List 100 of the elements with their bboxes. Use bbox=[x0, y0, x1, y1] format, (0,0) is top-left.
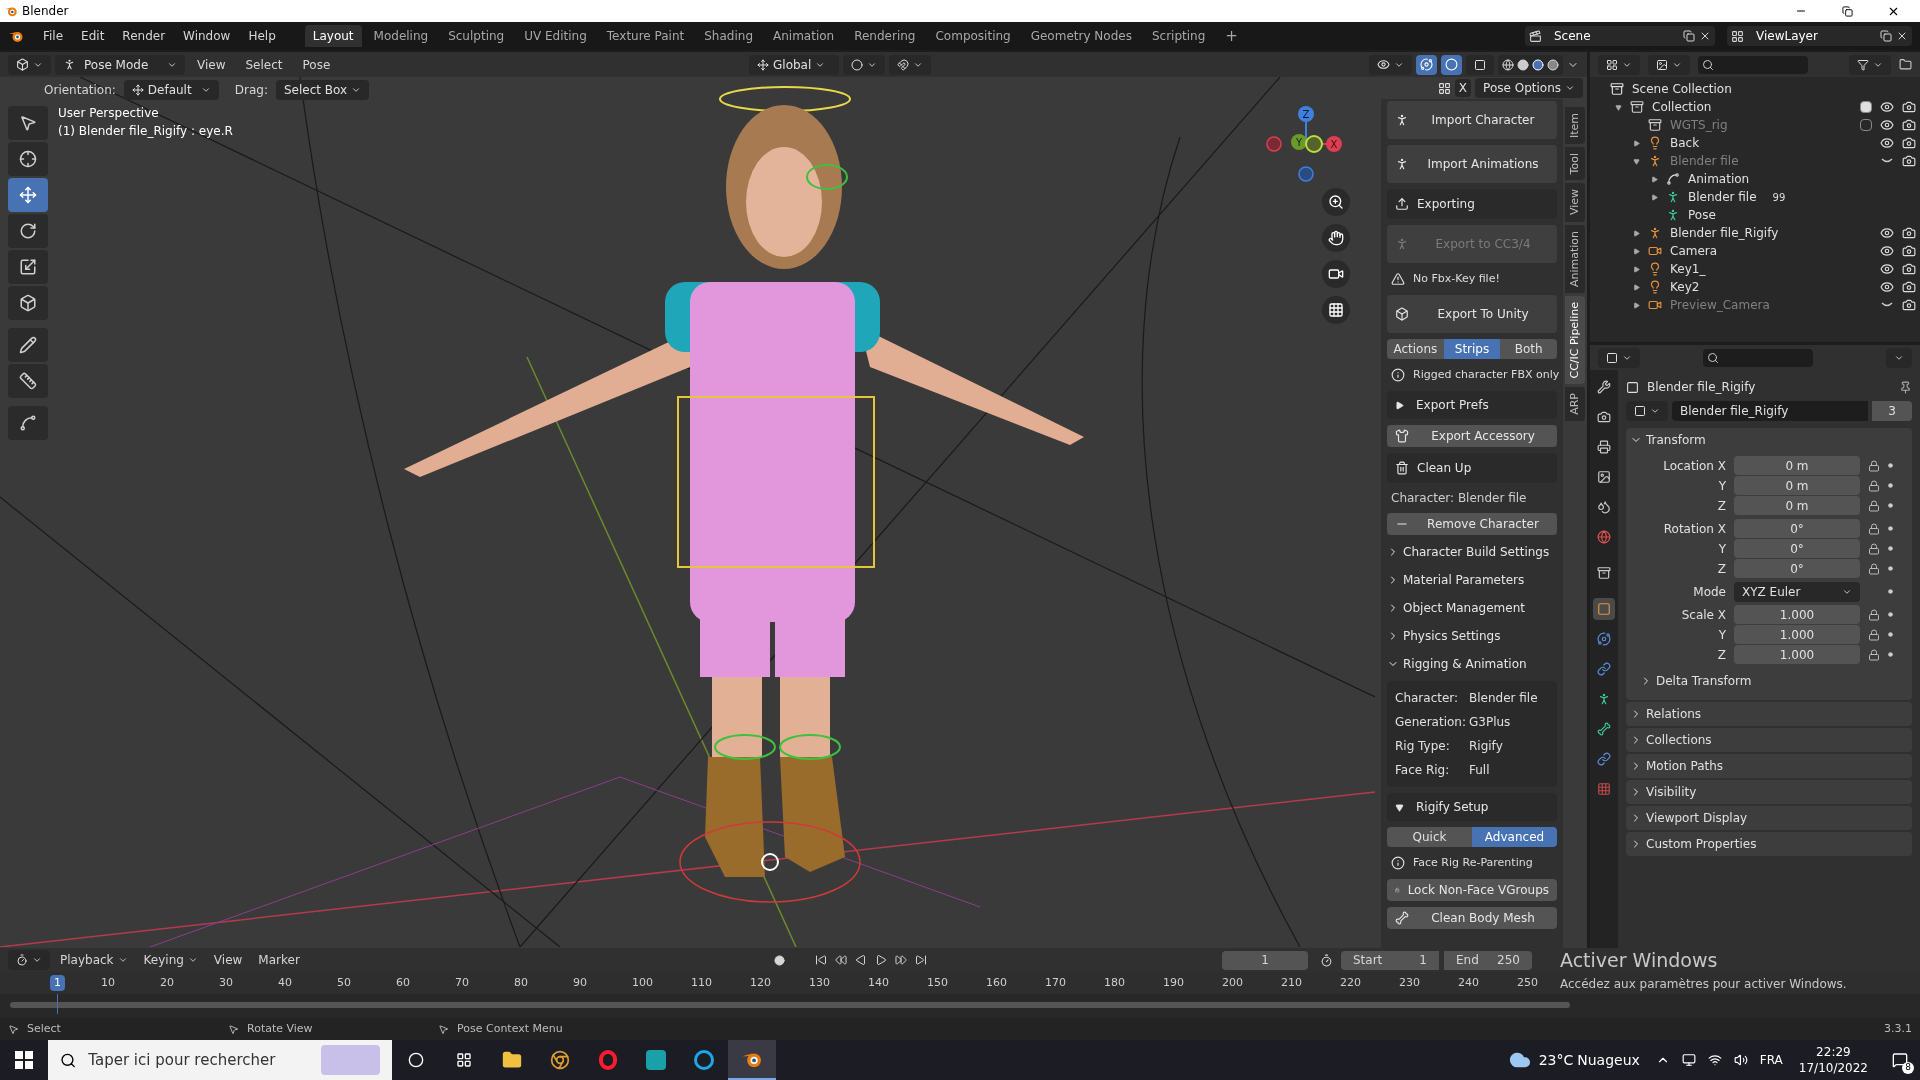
outliner-item[interactable]: Blender file bbox=[1688, 188, 1757, 206]
number-field[interactable]: 0° bbox=[1734, 539, 1860, 558]
menu-item[interactable]: Window bbox=[176, 25, 238, 47]
number-field[interactable]: 0 m bbox=[1734, 456, 1860, 475]
toggle-option[interactable]: Strips bbox=[1443, 339, 1501, 359]
menu-item[interactable]: File bbox=[36, 25, 71, 47]
panel-button[interactable]: Export To Unity bbox=[1387, 295, 1557, 333]
workspace-tab[interactable]: Compositing bbox=[927, 25, 1019, 47]
panel-header[interactable]: Collections bbox=[1626, 728, 1912, 752]
mode-dropdown[interactable]: XYZ Euler bbox=[1734, 581, 1860, 602]
panel-header[interactable]: Character Build Settings bbox=[1387, 541, 1557, 563]
menu-item[interactable]: Edit bbox=[74, 25, 112, 47]
workspace-tab[interactable]: Scripting bbox=[1143, 25, 1214, 47]
panel-button[interactable]: Import Animations bbox=[1387, 145, 1557, 183]
number-field[interactable]: 1.000 bbox=[1734, 645, 1860, 664]
menu-item[interactable]: Render bbox=[115, 25, 173, 47]
number-field[interactable]: 0° bbox=[1734, 559, 1860, 578]
outliner-item[interactable]: Key2 bbox=[1670, 278, 1700, 296]
workspace-tab[interactable]: Rendering bbox=[846, 25, 924, 47]
name-field[interactable]: Blender file_Rigify bbox=[1672, 401, 1868, 421]
number-field[interactable]: 1.000 bbox=[1734, 625, 1860, 644]
panel-button[interactable]: Clean Up bbox=[1387, 453, 1557, 483]
number-field[interactable]: 0 m bbox=[1734, 496, 1860, 515]
menu-item[interactable]: Playback bbox=[54, 951, 134, 969]
outliner-item[interactable]: Camera bbox=[1670, 242, 1718, 260]
workspace-tab[interactable]: Texture Paint bbox=[598, 25, 693, 47]
toggle-option[interactable]: Actions bbox=[1387, 339, 1444, 359]
menu-item[interactable]: Keying bbox=[137, 951, 204, 969]
sidebar-tab[interactable]: Item bbox=[1565, 107, 1585, 145]
search-input[interactable]: Taper ici pour rechercher bbox=[88, 1048, 309, 1072]
toggle-option[interactable]: Advanced bbox=[1472, 827, 1557, 847]
menu-item[interactable]: Help bbox=[241, 25, 283, 47]
clock[interactable]: 22:29 17/10/2022 bbox=[1798, 1044, 1868, 1076]
workspace-tab[interactable]: Animation bbox=[765, 25, 843, 47]
scene-selector[interactable]: Scene bbox=[1525, 26, 1715, 46]
sidebar-tab[interactable]: Animation bbox=[1565, 224, 1585, 293]
panel-header[interactable]: Object Management bbox=[1387, 597, 1557, 619]
outliner-item[interactable]: Key1_ bbox=[1670, 260, 1706, 278]
menu-item[interactable]: Marker bbox=[252, 951, 306, 969]
workspace-tab[interactable]: Geometry Nodes bbox=[1022, 25, 1140, 47]
sidebar-tab[interactable]: View bbox=[1565, 183, 1585, 222]
panel-header[interactable]: Viewport Display bbox=[1626, 806, 1912, 830]
pose-options-dropdown[interactable]: Pose Options bbox=[1475, 78, 1583, 98]
outliner-item[interactable]: Animation bbox=[1688, 170, 1750, 188]
mode-dropdown[interactable]: Pose Mode bbox=[55, 54, 185, 75]
notifications-button[interactable]: 8 bbox=[1880, 1040, 1920, 1080]
outliner-item[interactable]: Back bbox=[1670, 134, 1700, 152]
panel-button[interactable]: Remove Character bbox=[1387, 513, 1557, 535]
outliner-item[interactable]: Preview_Camera bbox=[1670, 296, 1770, 314]
language-indicator[interactable]: FRA bbox=[1759, 1051, 1783, 1069]
orientation-dropdown[interactable]: Default bbox=[123, 79, 219, 100]
number-field[interactable]: 0° bbox=[1734, 519, 1860, 538]
workspace-tab[interactable]: Shading bbox=[696, 25, 761, 47]
view-layer-selector[interactable]: ViewLayer bbox=[1727, 26, 1912, 46]
workspace-tab[interactable]: Sculpting bbox=[440, 25, 513, 47]
outliner-item[interactable]: Blender file_Rigify bbox=[1670, 224, 1779, 242]
number-field[interactable]: 1.000 bbox=[1734, 605, 1860, 624]
panel-button[interactable]: Clean Body Mesh bbox=[1387, 907, 1557, 929]
end-frame-field[interactable]: End 250 bbox=[1444, 950, 1532, 970]
toggle-option[interactable]: Quick bbox=[1387, 827, 1472, 847]
panel-header[interactable]: Rigging & Animation bbox=[1387, 653, 1557, 675]
panel-button[interactable]: Export Accessory bbox=[1387, 425, 1557, 447]
outliner-item[interactable]: Blender file bbox=[1670, 152, 1739, 170]
panel-header[interactable]: Visibility bbox=[1626, 780, 1912, 804]
outliner-item[interactable]: WGTS_rig bbox=[1670, 116, 1728, 134]
panel-header[interactable]: Motion Paths bbox=[1626, 754, 1912, 778]
sidebar-tab[interactable]: ARP bbox=[1565, 387, 1585, 421]
workspace-tab[interactable]: Layout bbox=[304, 25, 362, 47]
workspace-tab[interactable]: UV Editing bbox=[516, 25, 595, 47]
workspace-tab[interactable]: Modeling bbox=[365, 25, 437, 47]
panel-button[interactable]: Lock Non-Face VGroups bbox=[1387, 879, 1557, 901]
panel-header[interactable]: Custom Properties bbox=[1626, 832, 1912, 856]
outliner-item[interactable]: Collection bbox=[1652, 98, 1712, 116]
menu-item[interactable]: Select bbox=[237, 55, 291, 74]
sidebar-tab[interactable]: Tool bbox=[1565, 147, 1585, 181]
close-panel-button[interactable]: X bbox=[1454, 79, 1472, 97]
drag-dropdown[interactable]: Select Box bbox=[276, 79, 370, 100]
panel-header[interactable]: Transform bbox=[1626, 428, 1912, 452]
menu-item[interactable]: View bbox=[189, 55, 234, 74]
toggle-option[interactable]: Both bbox=[1500, 339, 1557, 359]
panel-header[interactable]: Relations bbox=[1626, 702, 1912, 726]
outliner-item[interactable]: Pose bbox=[1688, 206, 1716, 224]
panel-header[interactable]: Physics Settings bbox=[1387, 625, 1557, 647]
menu-item[interactable]: Pose bbox=[294, 55, 339, 74]
menu-item[interactable]: View bbox=[207, 951, 249, 969]
subpanel-header[interactable]: Delta Transform bbox=[1626, 670, 1912, 692]
transform-orientation-dropdown[interactable]: Global bbox=[749, 54, 839, 75]
panel-button[interactable]: Exporting bbox=[1387, 189, 1557, 219]
taskbar-search-field[interactable]: Taper ici pour rechercher bbox=[48, 1040, 392, 1080]
add-workspace-button[interactable]: + bbox=[1217, 24, 1246, 48]
subpanel-header[interactable]: Export Prefs bbox=[1387, 391, 1557, 419]
start-frame-field[interactable]: Start 1 bbox=[1341, 950, 1439, 970]
panel-button[interactable]: Import Character bbox=[1387, 101, 1557, 139]
subpanel-header[interactable]: Rigify Setup bbox=[1387, 793, 1557, 821]
user-count-field[interactable]: 3 bbox=[1872, 401, 1912, 421]
sidebar-tab[interactable]: CC/IC Pipeline bbox=[1565, 295, 1585, 385]
current-frame-marker[interactable]: 1 bbox=[50, 975, 65, 991]
current-frame-field[interactable]: 1 bbox=[1222, 950, 1308, 970]
number-field[interactable]: 0 m bbox=[1734, 476, 1860, 495]
panel-header[interactable]: Material Parameters bbox=[1387, 569, 1557, 591]
